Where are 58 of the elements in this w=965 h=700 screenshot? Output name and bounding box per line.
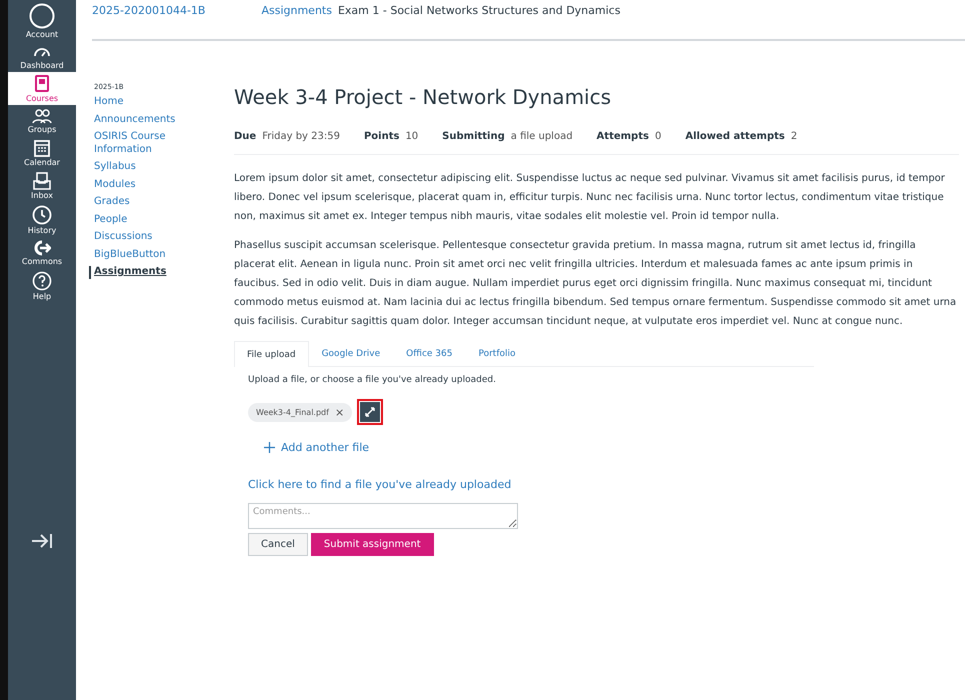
course-nav-link[interactable]: People	[94, 214, 194, 226]
breadcrumb-link[interactable]: 2025-202001044-1B	[92, 4, 206, 17]
description-paragraph: Phasellus suscipit accumsan scelerisque. Pellentesque consectetur gravida pretium. In massa magna, rutrum sit amet lectus id, fringilla placerat elit. Aenean in ligula nunc. Proin sit amet orci nec velit fringilla ultricies. Interdum et malesuada fames ac ante ipsum primis in faucibus. Sed in odio velit. Duis in diam augue. Nullam imperdiet purus eget orci dignissim fringilla. Nunc maximus consequat mi, tincidunt commodo metus euismod at. Nam lacinia dui ac lectus fringilla bibendum. Sed tempus ornare fermentum. Suspendisse commodo sit amet urna quis facilisis. Curabitur sagittis quam dolor. Integer accumsan tincidunt neque, at vulputate eros imperdiet vel. Nunc at congue nunc.	[234, 239, 958, 329]
help-icon	[32, 271, 52, 291]
global-nav-item[interactable]: Commons	[8, 237, 76, 268]
detail-value: 2	[790, 131, 798, 142]
expand-icon[interactable]	[31, 532, 53, 550]
description-paragraph: Lorem ipsum dolor sit amet, consectetur adipiscing elit. Suspendisse luctus ac neque sed pulvinar. Vivamus sit amet facilisis purus, id tempor libero. Donec vel ipsum scelerisque, placerat quam in, efficitur turpis. Nunc nec facilisis urna. Nunc tortor lectus, condimentum vitae tristique non, maximus sit amet ex. Integer tempus nibh mauris, vitae sodales elit molestie vel. Proin id tempor nulla.	[234, 172, 946, 224]
inbox-icon	[33, 172, 51, 190]
submit-button[interactable]: Submit assignment	[310, 533, 434, 556]
assignment-title: Week 3-4 Project - Network Dynamics	[234, 85, 612, 109]
upload-instruction: Upload a file, or choose a file you've already uploaded.	[248, 375, 496, 385]
detail-value: 10	[405, 131, 418, 142]
detail-value: 0	[654, 131, 662, 142]
detail-label: Submitting	[442, 131, 505, 142]
add-file-link[interactable]: Add another file	[264, 441, 370, 454]
comments-field[interactable]: Comments...	[248, 503, 518, 529]
course-nav-link[interactable]: Grades	[94, 196, 194, 208]
submission-tab[interactable]: Office 365	[393, 341, 466, 366]
breadcrumb-current: Exam 1 - Social Networks Structures and Dynamics	[338, 4, 620, 17]
remove-file-button[interactable]: ×	[334, 406, 344, 418]
submission-tab[interactable]: File upload	[234, 341, 309, 367]
book-icon	[34, 75, 50, 93]
file-name: Week3-4_Final.pdf	[256, 408, 329, 416]
people-icon	[32, 108, 52, 124]
submission-tab[interactable]: Portfolio	[465, 341, 529, 366]
course-nav-link[interactable]: Discussions	[94, 231, 194, 244]
calendar-icon	[34, 139, 50, 157]
global-nav-item[interactable]: Dashboard	[8, 41, 76, 72]
detail-value: Friday by 23:59	[262, 131, 340, 142]
course-nav-link[interactable]: Home	[94, 96, 194, 108]
detail-label: Allowed attempts	[685, 131, 785, 142]
course-nav-link[interactable]: Syllabus	[94, 161, 194, 174]
global-nav-item[interactable]: Help	[8, 268, 76, 303]
cancel-button[interactable]: Cancel	[248, 533, 308, 556]
diagonal-arrows-icon	[364, 406, 376, 418]
detail-label: Attempts	[596, 131, 649, 142]
detail-label: Points	[364, 131, 400, 142]
global-nav-item[interactable]: Calendar	[8, 136, 76, 169]
course-nav-link[interactable]: Announcements	[94, 114, 194, 126]
plus-icon	[264, 442, 275, 453]
course-nav-link[interactable]: OSIRIS Course Information	[94, 131, 194, 156]
global-nav-item[interactable]: Courses	[8, 72, 76, 105]
breadcrumb-link[interactable]: Assignments	[261, 4, 332, 17]
detail-value: a file upload	[510, 131, 573, 142]
find-file-link[interactable]: Click here to find a file you've already uploaded	[248, 478, 512, 491]
global-nav-item[interactable]: Account	[8, 0, 76, 41]
course-nav-link[interactable]: Assignments	[89, 266, 194, 278]
course-nav-link[interactable]: BigBlueButton	[94, 248, 194, 261]
clock-icon	[32, 205, 52, 225]
avatar-icon	[29, 3, 55, 29]
global-nav-item[interactable]: History	[8, 202, 76, 237]
course-nav-link[interactable]: Modules	[94, 178, 194, 191]
global-nav-item[interactable]: Inbox	[8, 169, 76, 202]
global-nav-item[interactable]: Groups	[8, 105, 76, 136]
submission-tab[interactable]: Google Drive	[308, 341, 394, 366]
detail-label: Due	[234, 131, 256, 142]
commons-icon	[33, 240, 51, 256]
